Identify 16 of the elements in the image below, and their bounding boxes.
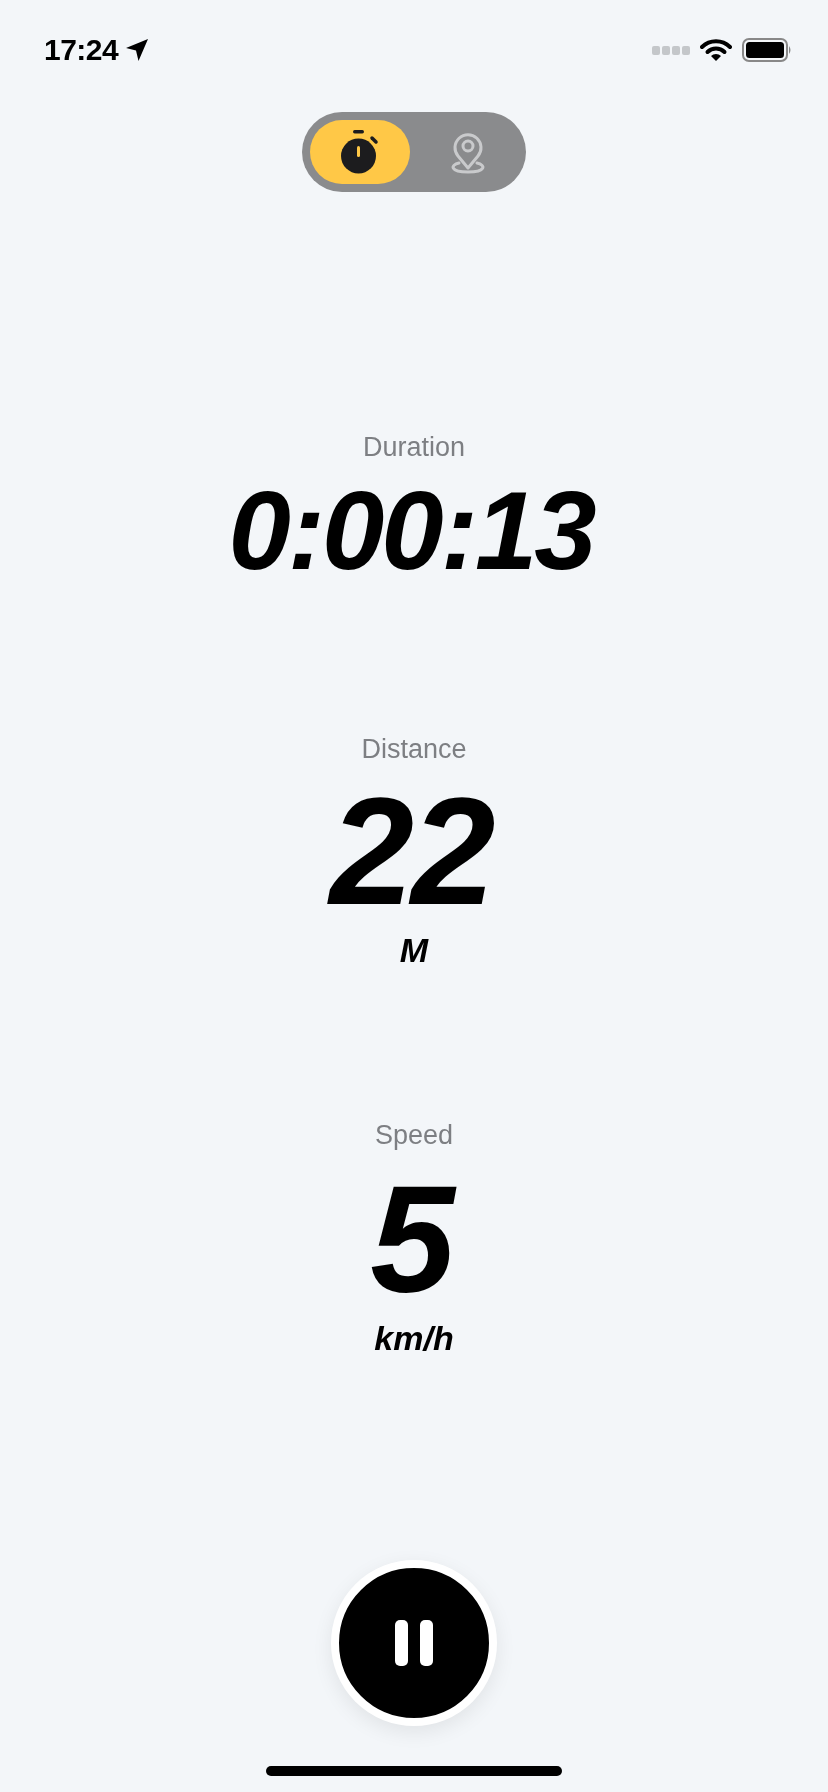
signal-icon (652, 45, 690, 55)
pause-icon (395, 1620, 433, 1666)
stat-unit: M (399, 930, 429, 970)
stat-label: Distance (361, 734, 467, 764)
stat-value: 5 (370, 1174, 458, 1304)
stat-value: 22 (329, 786, 495, 916)
stat-label: Duration (362, 432, 465, 462)
stat-label: Speed (374, 1120, 454, 1150)
stopwatch-icon (340, 130, 380, 174)
battery-icon (742, 38, 792, 62)
status-time: 17:24 (44, 33, 119, 67)
stat-unit: km/h (374, 1318, 454, 1358)
timer-tab[interactable] (310, 120, 410, 184)
location-arrow-icon (124, 37, 151, 63)
wifi-icon (700, 38, 732, 62)
stat-value: 0:00:13 (228, 476, 596, 586)
